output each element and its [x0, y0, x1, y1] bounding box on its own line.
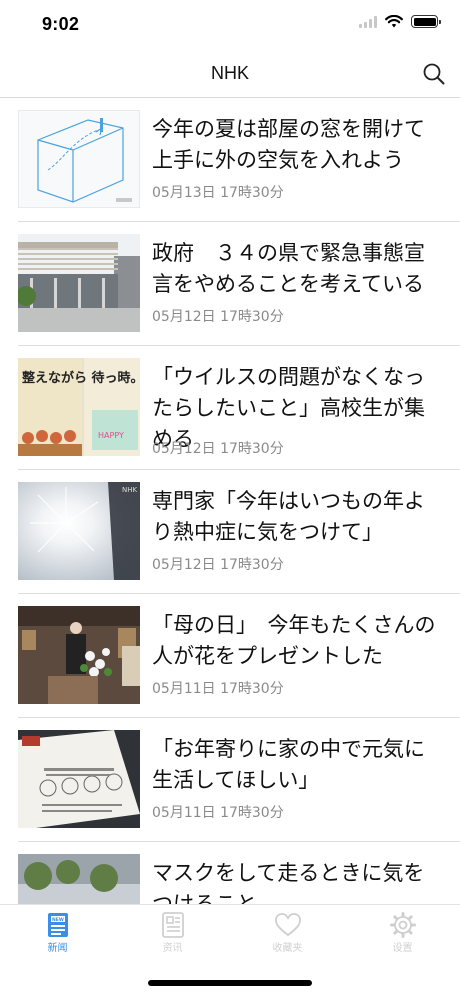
tab-news[interactable]: NEW 新闻 — [0, 905, 115, 965]
status-indicators — [359, 15, 441, 28]
news-date: 05月11日 17時30分 — [152, 681, 284, 697]
home-indicator — [148, 980, 312, 986]
news-title: 専門家「今年はいつもの年より熱中症に気をつけて」 — [152, 489, 425, 544]
news-date: 05月12日 17時30分 — [152, 309, 284, 325]
news-thumbnail-sun-glare: NHK — [18, 482, 140, 580]
heart-icon — [275, 913, 301, 937]
news-thumbnail-student-drawings: HAPPY 整えながら 待っ時。 — [18, 358, 140, 456]
tab-label: 收藏夹 — [272, 943, 303, 954]
thumbnail-logo: NHK — [122, 486, 138, 494]
news-thumbnail-window-diagram — [18, 110, 140, 208]
info-list-icon — [162, 912, 184, 938]
status-bar: 9:02 — [0, 0, 460, 50]
news-date: 05月13日 17時30分 — [152, 185, 284, 201]
navigation-bar: NHK — [0, 50, 460, 98]
tab-info[interactable]: 资讯 — [115, 905, 230, 965]
news-date: 05月12日 17時30分 — [152, 557, 284, 573]
news-thumbnail-street-trees — [18, 854, 140, 904]
status-time: 9:02 — [42, 14, 80, 34]
news-item[interactable]: 今年の夏は部屋の窓を開けて上手に外の空気を入れよう 05月13日 17時30分 — [18, 98, 460, 222]
news-title: 今年の夏は部屋の窓を開けて上手に外の空気を入れよう — [152, 117, 425, 172]
news-title: 「母の日」 今年もたくさんの人が花をプレゼントした — [152, 613, 436, 668]
news-item[interactable]: 政府 ３４の県で緊急事態宣言をやめることを考えている 05月12日 17時30分 — [18, 222, 460, 346]
news-date: 05月11日 17時30分 — [152, 805, 284, 821]
news-item[interactable]: HAPPY 整えながら 待っ時。 「ウイルスの問題がなくなったらしたいこと」高校… — [18, 346, 460, 470]
news-item[interactable]: NHK 専門家「今年はいつもの年より熱中症に気をつけて」 05月12日 17時3… — [18, 470, 460, 594]
news-item[interactable]: 「お年寄りに家の中で元気に生活してほしい」 05月11日 17時30分 — [18, 718, 460, 842]
svg-text:NEW: NEW — [52, 917, 64, 923]
news-title: 政府 ３４の県で緊急事態宣言をやめることを考えている — [152, 241, 425, 296]
tab-settings[interactable]: 设置 — [345, 905, 460, 965]
thumbnail-caption: 整えながら 待っ時。 — [21, 370, 140, 386]
news-title: マスクをして走るときに気をつけること — [152, 861, 425, 904]
tab-label: 资讯 — [162, 943, 183, 954]
news-thumbnail-flower-shop — [18, 606, 140, 704]
news-thumbnail-leaflet — [18, 730, 140, 828]
cellular-signal-icon — [359, 15, 377, 28]
news-thumbnail-government-building — [18, 234, 140, 332]
news-title: 「お年寄りに家の中で元気に生活してほしい」 — [152, 737, 425, 792]
gear-icon — [390, 912, 416, 938]
news-date: 05月12日 17時30分 — [152, 441, 284, 457]
battery-icon — [411, 15, 441, 28]
news-item[interactable]: マスクをして走るときに気をつけること — [18, 842, 460, 904]
wifi-icon — [385, 15, 403, 28]
newspaper-icon: NEW — [48, 913, 68, 937]
tab-favorites[interactable]: 收藏夹 — [230, 905, 345, 965]
nav-title: NHK — [210, 63, 249, 83]
search-icon[interactable] — [420, 60, 448, 88]
tab-label: 设置 — [392, 943, 413, 954]
svg-text:HAPPY: HAPPY — [98, 431, 124, 440]
tab-label: 新闻 — [47, 943, 68, 954]
news-item[interactable]: 「母の日」 今年もたくさんの人が花をプレゼントした 05月11日 17時30分 — [18, 594, 460, 718]
news-list[interactable]: 今年の夏は部屋の窓を開けて上手に外の空気を入れよう 05月13日 17時30分 — [0, 98, 460, 904]
